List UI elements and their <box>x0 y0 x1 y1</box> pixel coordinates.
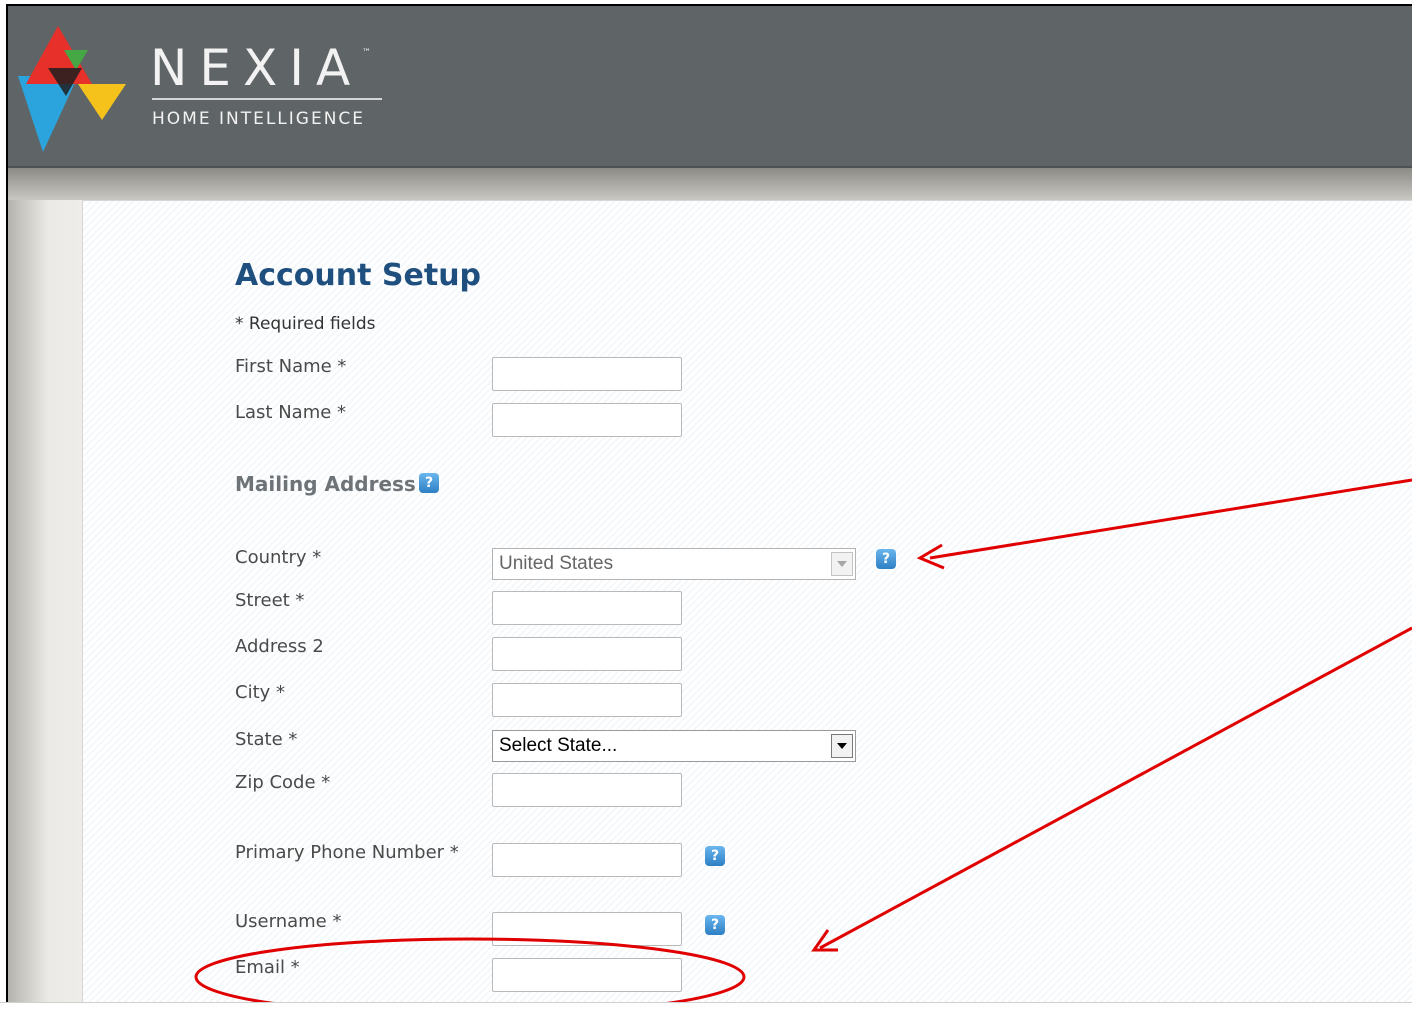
nexia-logo-icon <box>18 26 126 152</box>
zip-input[interactable] <box>492 773 682 807</box>
street-input[interactable] <box>492 591 682 625</box>
page-background-top <box>8 168 1412 200</box>
first-name-label: First Name * <box>235 356 347 377</box>
first-name-input[interactable] <box>492 357 682 391</box>
username-label: Username * <box>235 911 342 932</box>
email-input[interactable] <box>492 958 682 992</box>
site-header: NEXIA ™ HOME INTELLIGENCE <box>8 6 1412 168</box>
required-note: * Required fields <box>235 314 376 334</box>
chevron-down-icon[interactable] <box>831 552 853 576</box>
mailing-address-help-icon[interactable]: ? <box>419 473 439 493</box>
state-select[interactable]: Select State... <box>492 730 856 762</box>
brand-tagline: HOME INTELLIGENCE <box>152 109 366 129</box>
mailing-address-label: Mailing Address <box>235 472 416 496</box>
address2-input[interactable] <box>492 637 682 671</box>
address2-label: Address 2 <box>235 636 324 657</box>
username-help-icon[interactable]: ? <box>705 915 725 935</box>
street-label: Street * <box>235 590 305 611</box>
city-label: City * <box>235 682 286 703</box>
last-name-label: Last Name * <box>235 402 347 423</box>
country-select-value: United States <box>499 553 614 574</box>
phone-help-icon[interactable]: ? <box>705 846 725 866</box>
state-select-value: Select State... <box>499 735 618 756</box>
username-input[interactable] <box>492 912 682 946</box>
page-title: Account Setup <box>235 258 482 293</box>
state-label: State * <box>235 729 298 750</box>
last-name-input[interactable] <box>492 403 682 437</box>
email-label: Email * <box>235 957 300 978</box>
brand-trademark: ™ <box>362 48 371 58</box>
zip-label: Zip Code * <box>235 772 331 793</box>
mailing-address-heading: Mailing Address <box>235 472 416 496</box>
country-help-icon[interactable]: ? <box>876 549 896 569</box>
city-input[interactable] <box>492 683 682 717</box>
brand-name: NEXIA <box>150 39 363 97</box>
country-label: Country * <box>235 547 322 568</box>
phone-label: Primary Phone Number * <box>235 842 459 863</box>
country-select[interactable]: United States <box>492 548 856 580</box>
phone-input[interactable] <box>492 843 682 877</box>
chevron-down-icon[interactable] <box>831 734 853 758</box>
brand-divider <box>152 98 382 100</box>
